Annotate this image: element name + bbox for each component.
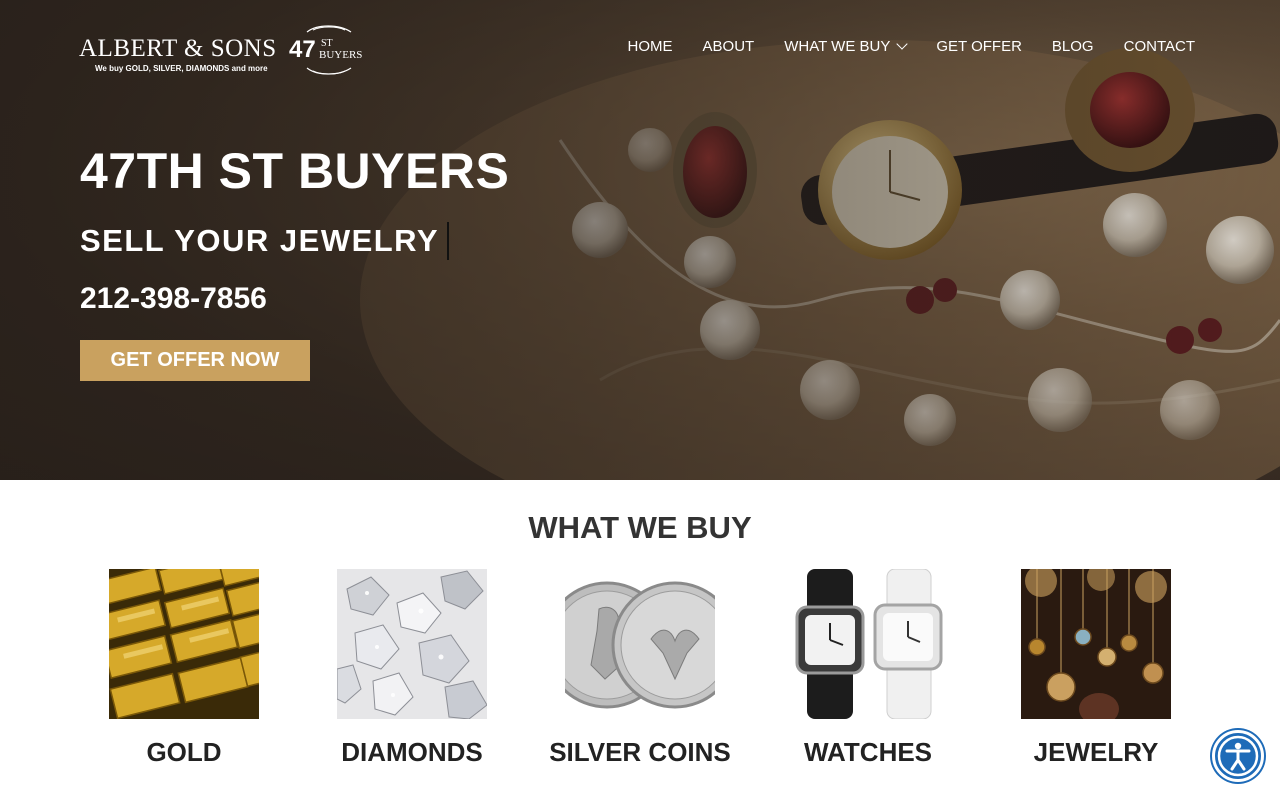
jewelry-image [1021,569,1171,719]
nav-blog-label: BLOG [1051,38,1094,55]
category-jewelry-label: JEWELRY [1033,737,1159,767]
nav-home-label: HOME [627,38,673,55]
silver-coins-image [565,569,715,719]
hero-subtitle-text: SELL YOUR JEWELRY [80,223,440,258]
hero-banner: ALBERT & SONS We buy GOLD, SILVER, DIAMO… [0,0,1280,480]
category-silver-coins-label: SILVER COINS [549,737,731,767]
hero-subtitle: SELL YOUR JEWELRY [80,222,450,260]
nav-get-offer-label: GET OFFER [936,38,1022,55]
nav-what-we-buy-label: WHAT WE BUY [784,38,891,55]
category-jewelry[interactable]: JEWELRY [1021,569,1171,767]
watches-image [793,569,943,719]
accessibility-button[interactable] [1212,730,1264,782]
chevron-down-icon [896,38,909,50]
category-silver-coins[interactable]: SILVER COINS [549,569,731,767]
category-gold[interactable]: GOLD [109,569,259,767]
accessibility-icon [1217,735,1259,777]
main-nav: HOME ABOUT WHAT WE BUY GET OFFER BLOG CO… [628,38,1195,55]
nav-contact-label: CONTACT [1123,38,1195,55]
nav-about[interactable]: ABOUT [703,38,755,55]
logo-wordmark: ALBERT & SONS [79,35,277,62]
nav-what-we-buy[interactable]: WHAT WE BUY [784,38,909,55]
logo-number: 47 [289,36,316,63]
category-watches[interactable]: WATCHES [793,569,943,767]
category-gold-label: GOLD [146,737,222,767]
category-watches-label: WATCHES [803,737,933,767]
hero-phone-link[interactable]: 212-398-7856 [80,282,267,316]
typing-cursor [447,222,450,260]
gold-bars-image [109,569,259,719]
category-diamonds[interactable]: DIAMONDS [337,569,487,767]
nav-about-label: ABOUT [702,38,755,55]
nav-contact[interactable]: CONTACT [1124,38,1195,55]
logo-badge: 47 ST BUYERS [287,22,367,78]
nav-home[interactable]: HOME [628,38,673,55]
logo-st: ST [321,38,333,49]
nav-get-offer[interactable]: GET OFFER [936,38,1022,55]
diamonds-image [337,569,487,719]
site-logo[interactable]: ALBERT & SONS We buy GOLD, SILVER, DIAMO… [79,22,369,78]
what-we-buy-title: WHAT WE BUY [528,510,752,545]
get-offer-now-button[interactable]: GET OFFER NOW [80,340,310,381]
category-diamonds-label: DIAMONDS [341,737,483,767]
logo-buyers: BUYERS [319,49,363,61]
hero-title: 47TH ST BUYERS [80,143,510,199]
nav-blog[interactable]: BLOG [1052,38,1094,55]
logo-tagline: We buy GOLD, SILVER, DIAMONDS and more [95,64,268,73]
